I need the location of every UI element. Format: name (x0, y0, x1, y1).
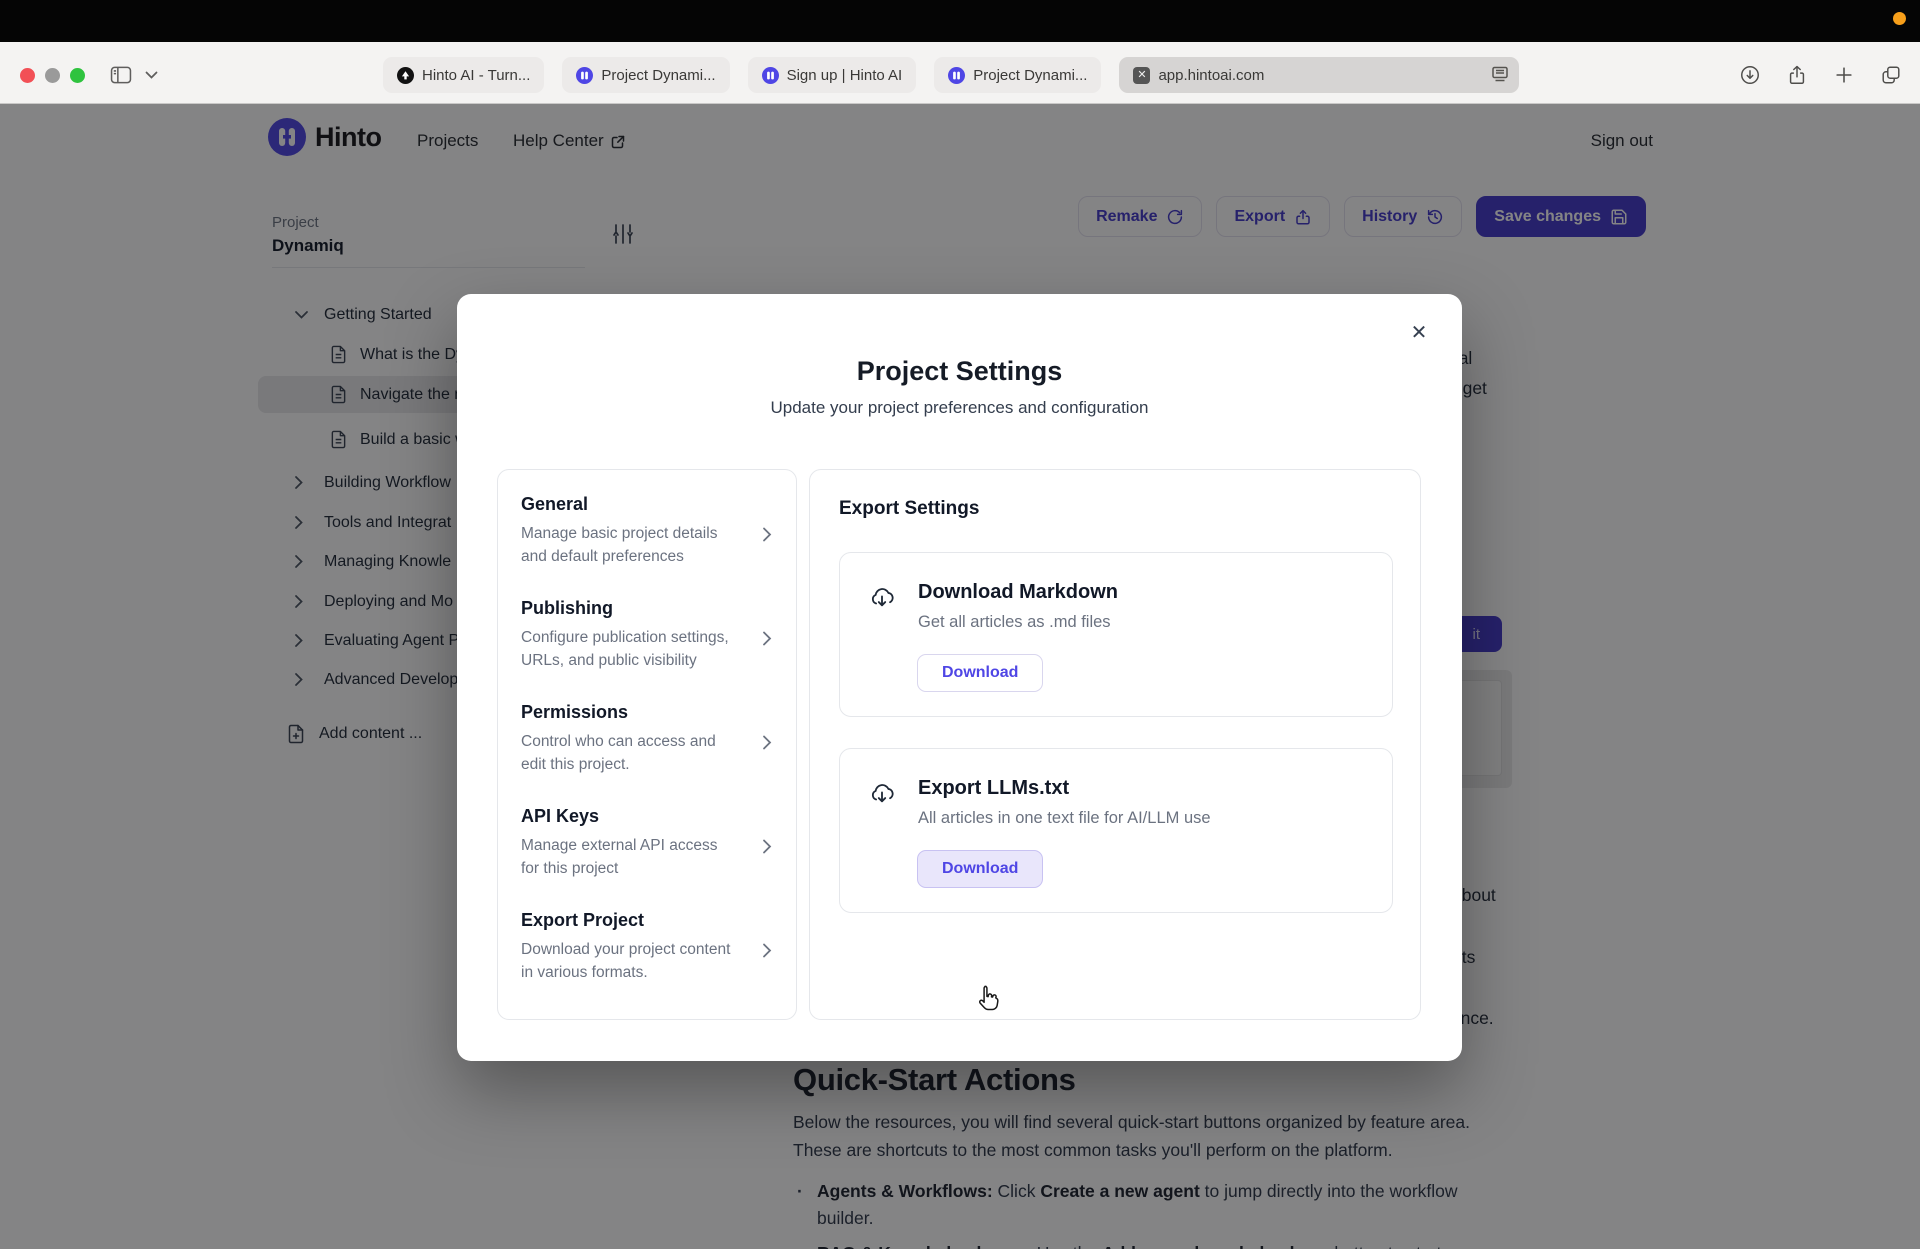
panel-heading: Export Settings (839, 498, 1391, 520)
menu-item-desc: Manage external API access for this proj… (521, 834, 733, 880)
address-bar[interactable]: ✕ app.hintoai.com (1119, 57, 1519, 93)
menu-item-api-keys[interactable]: API Keys Manage external API access for … (521, 806, 773, 910)
address-url: app.hintoai.com (1158, 67, 1264, 84)
tab-project-dynamiq-2[interactable]: Project Dynami... (934, 57, 1101, 93)
tab-project-dynamiq-1[interactable]: Project Dynami... (562, 57, 729, 93)
settings-menu: General Manage basic project details and… (497, 469, 797, 1020)
recording-indicator-dot (1893, 12, 1906, 25)
web-page: Hinto Projects Help Center Sign out Rema… (0, 104, 1920, 1249)
menu-item-title: API Keys (521, 806, 773, 827)
menu-item-title: Publishing (521, 598, 773, 619)
mouse-cursor-pointer (975, 984, 1001, 1014)
window-controls (20, 68, 85, 83)
browser-actions (1739, 64, 1902, 86)
share-icon[interactable] (1786, 64, 1808, 86)
card-desc: Get all articles as .md files (918, 613, 1111, 632)
downloads-icon[interactable] (1739, 64, 1761, 86)
chevron-right-icon (762, 630, 773, 647)
tab-label: Hinto AI - Turn... (422, 67, 530, 84)
tab-sign-up[interactable]: Sign up | Hinto AI (748, 57, 917, 93)
menu-item-title: General (521, 494, 773, 515)
menu-item-title: Permissions (521, 702, 773, 723)
download-markdown-button[interactable]: Download (917, 654, 1043, 692)
modal-title: Project Settings (457, 356, 1462, 387)
card-desc: All articles in one text file for AI/LLM… (918, 809, 1211, 828)
zoom-window-button[interactable] (70, 68, 85, 83)
card-title: Export LLMs.txt (918, 777, 1069, 800)
tab-label: Project Dynami... (973, 67, 1087, 84)
export-settings-panel: Export Settings Download Markdown Get al… (809, 469, 1421, 1020)
menu-item-desc: Configure publication settings, URLs, an… (521, 626, 733, 672)
reader-mode-icon[interactable] (1491, 66, 1509, 82)
new-tab-icon[interactable] (1833, 64, 1855, 86)
system-menubar (0, 0, 1920, 42)
menu-item-title: Export Project (521, 910, 773, 931)
download-markdown-card: Download Markdown Get all articles as .m… (839, 552, 1393, 717)
close-window-button[interactable] (20, 68, 35, 83)
chevron-right-icon (762, 942, 773, 959)
favicon-placeholder-icon: ✕ (1133, 67, 1150, 84)
browser-chrome: Hinto AI - Turn... Project Dynami... Sig… (0, 42, 1920, 104)
menu-item-permissions[interactable]: Permissions Control who can access and e… (521, 702, 773, 806)
menu-item-general[interactable]: General Manage basic project details and… (521, 494, 773, 598)
chevron-right-icon (762, 526, 773, 543)
chevron-down-icon[interactable] (145, 71, 158, 80)
minimize-window-button[interactable] (45, 68, 60, 83)
chevron-right-icon (762, 734, 773, 751)
cloud-download-icon (868, 584, 896, 610)
close-icon[interactable]: ✕ (1406, 320, 1432, 346)
menu-item-publishing[interactable]: Publishing Configure publication setting… (521, 598, 773, 702)
menu-item-desc: Manage basic project details and default… (521, 522, 733, 568)
tab-hinto-ai[interactable]: Hinto AI - Turn... (383, 57, 544, 93)
menu-item-desc: Control who can access and edit this pro… (521, 730, 733, 776)
project-settings-modal: ✕ Project Settings Update your project p… (457, 294, 1462, 1061)
cloud-download-icon (868, 780, 896, 806)
hinto-icon (762, 67, 779, 84)
tab-strip: Hinto AI - Turn... Project Dynami... Sig… (383, 57, 1519, 93)
hinto-icon (948, 67, 965, 84)
black-arrow-icon (397, 67, 414, 84)
menu-item-desc: Download your project content in various… (521, 938, 733, 984)
menu-item-export-project[interactable]: Export Project Download your project con… (521, 910, 773, 1014)
download-llms-button[interactable]: Download (917, 850, 1043, 888)
card-title: Download Markdown (918, 581, 1118, 604)
sidebar-toggle-icon[interactable] (110, 66, 132, 84)
tab-label: Project Dynami... (601, 67, 715, 84)
export-llms-card: Export LLMs.txt All articles in one text… (839, 748, 1393, 913)
download-label: Download (942, 860, 1018, 878)
hinto-icon (576, 67, 593, 84)
tab-overview-icon[interactable] (1880, 64, 1902, 86)
modal-subtitle: Update your project preferences and conf… (457, 398, 1462, 418)
tab-label: Sign up | Hinto AI (787, 67, 903, 84)
chevron-right-icon (762, 838, 773, 855)
download-label: Download (942, 664, 1018, 682)
